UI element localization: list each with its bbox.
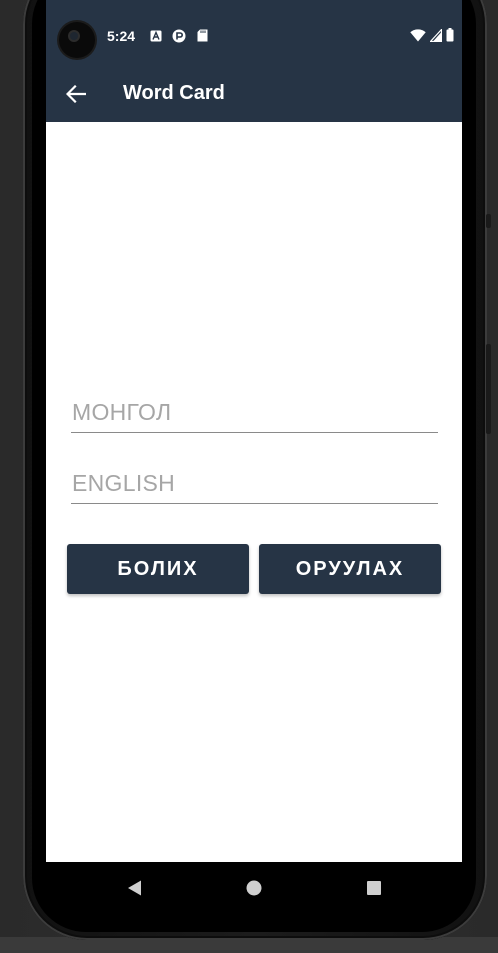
- device-stage: 5:24 Word Card МОНГОЛ ENGLISH БОЛИХ ОРУУ…: [0, 0, 498, 953]
- system-nav-bar: [46, 862, 462, 914]
- nav-recents-button[interactable]: [362, 876, 386, 900]
- a-badge-icon: [150, 30, 162, 42]
- battery-icon: [446, 28, 454, 42]
- app-screen: 5:24 Word Card МОНГОЛ ENGLISH БОЛИХ ОРУУ…: [46, 0, 462, 862]
- back-button[interactable]: [62, 80, 90, 108]
- home-circle-icon: [246, 880, 262, 896]
- english-input[interactable]: [71, 463, 438, 504]
- status-bar: 5:24: [46, 0, 462, 66]
- arrow-left-icon: [66, 85, 86, 103]
- app-title: Word Card: [123, 82, 225, 104]
- nav-home-button[interactable]: [242, 876, 266, 900]
- signal-icon: [430, 28, 442, 42]
- circle-app-icon: [172, 29, 186, 43]
- status-time: 5:24: [107, 28, 136, 44]
- volume-button: [486, 344, 491, 434]
- insert-button[interactable]: ОРУУЛАХ: [259, 544, 441, 594]
- app-bar: Word Card: [46, 66, 462, 122]
- mongol-input[interactable]: [71, 392, 438, 433]
- nav-back-button[interactable]: [122, 876, 146, 900]
- back-triangle-icon: [127, 880, 141, 896]
- cancel-button[interactable]: БОЛИХ: [67, 544, 249, 594]
- power-button: [486, 214, 491, 228]
- system-icons: [410, 28, 454, 42]
- recents-square-icon: [367, 881, 381, 895]
- front-camera: [59, 22, 95, 58]
- sd-card-icon: [197, 29, 208, 42]
- wifi-icon: [410, 28, 426, 41]
